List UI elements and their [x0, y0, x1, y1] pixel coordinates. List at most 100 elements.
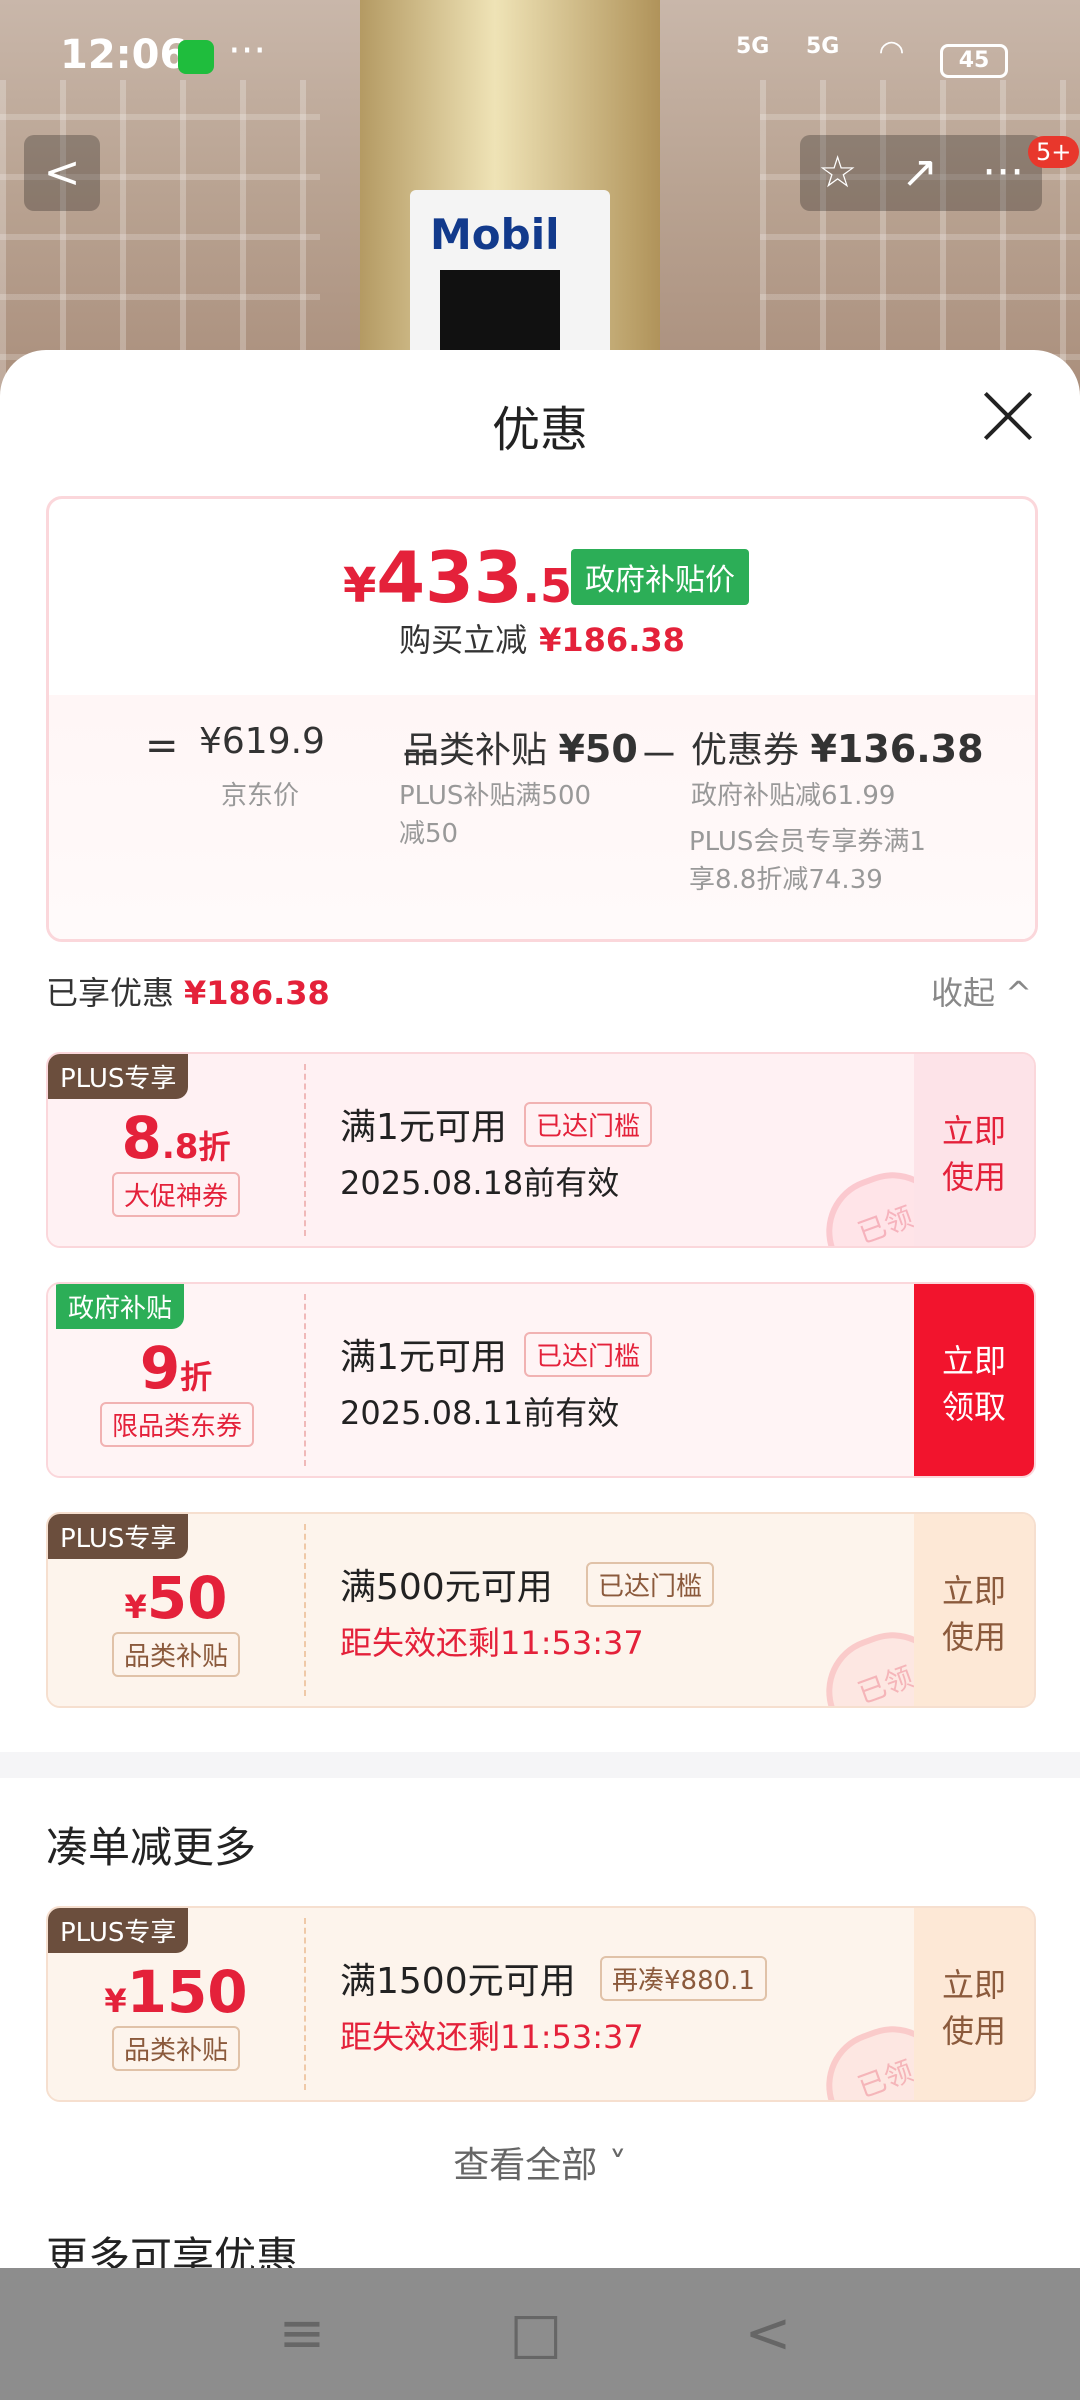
coupon-kind: 限品类东券 — [100, 1402, 255, 1447]
coupon-kind: 品类补贴 — [112, 1632, 241, 1677]
discount-unit: 折 — [198, 1128, 231, 1166]
enjoyed-label: 已享优惠 — [46, 974, 175, 1012]
amount-currency: ¥ — [104, 1982, 127, 2020]
currency-symbol: ¥ — [343, 558, 377, 614]
plus-exclusive-tag: PLUS专享 — [48, 1054, 189, 1099]
coupon-value-area: 政府补贴 9折 限品类东券 — [48, 1284, 304, 1476]
enjoyed-amount: ¥186.38 — [184, 974, 330, 1012]
coupon-kind: 品类补贴 — [112, 2026, 241, 2071]
amount-value: 50 — [146, 1564, 228, 1632]
coupon-amount: ¥150 — [48, 1958, 304, 2026]
product-brand: Mobil — [430, 210, 560, 259]
notification-badge: 5+ — [1028, 136, 1080, 168]
signal-5g-icon-2: 5G — [806, 34, 840, 59]
gov-subsidy-coupon-tag: 政府补贴 — [56, 1284, 185, 1329]
product-model-block — [440, 270, 560, 360]
more-notifications-icon: ··· — [228, 28, 267, 74]
coupon-discount: 8.8折 — [48, 1104, 304, 1172]
product-label: Mobil — [410, 190, 610, 360]
status-time: 12:06 — [60, 32, 188, 78]
coupon-condition: 满1500元可用 — [340, 1961, 576, 2002]
wechat-icon — [178, 40, 214, 74]
sheet-title: 优惠 — [491, 402, 588, 458]
coupon-validity: 2025.08.11前有效 — [340, 1394, 620, 1432]
more-discount-title: 凑单减更多 — [46, 1823, 257, 1872]
more-icon[interactable]: ··· — [982, 147, 1024, 198]
close-icon[interactable] — [980, 388, 1036, 444]
battery-indicator: 45 — [940, 44, 1008, 78]
coupon-condition: 满500元可用 — [340, 1567, 553, 1608]
threshold-pill: 已达门槛 — [524, 1102, 653, 1147]
use-now-button[interactable]: 立即 使用 — [914, 1054, 1034, 1246]
system-nav-bar: ≡ □ < — [0, 2268, 1080, 2400]
menu-icon[interactable]: ≡ — [270, 2302, 334, 2366]
use-now-label-1: 立即 — [941, 1572, 1006, 1610]
category-subsidy-desc: PLUS补贴满500减50 — [399, 781, 592, 849]
wifi-icon: ◠ — [880, 34, 904, 69]
coupon-divider — [304, 1918, 306, 2090]
use-now-button[interactable]: 立即 使用 — [914, 1514, 1034, 1706]
coupon-value-area: PLUS专享 8.8折 大促神券 — [48, 1054, 304, 1246]
coupon-card: PLUS专享 8.8折 大促神券 满1元可用 已达门槛 2025.08.18前有… — [46, 1052, 1036, 1248]
use-now-label-1: 立即 — [941, 1112, 1006, 1150]
plus-exclusive-tag: PLUS专享 — [48, 1908, 189, 1953]
coupon-divider — [304, 1064, 306, 1236]
back-nav-icon[interactable]: < — [736, 2302, 800, 2366]
add-more-pill: 再凑¥880.1 — [600, 1956, 767, 2001]
coupon-total-value: ¥136.38 — [810, 727, 984, 771]
coupon-countdown: 距失效还剩11:53:37 — [340, 1624, 644, 1662]
coupon-divider — [304, 1524, 306, 1696]
coupon-countdown: 距失效还剩11:53:37 — [340, 2018, 644, 2056]
minus-sign-2: － — [639, 733, 679, 779]
discount-sheet: 优惠 ¥433.52 政府补贴价 购买立减 ¥186.38 = ¥619.9 京东… — [0, 350, 1080, 2282]
header-actions: ☆ ↗ ··· — [800, 135, 1042, 211]
plus-exclusive-tag: PLUS专享 — [48, 1514, 189, 1559]
claim-now-label-1: 立即 — [941, 1342, 1006, 1380]
coupon-kind: 大促神券 — [112, 1172, 241, 1217]
claim-now-label-2: 领取 — [941, 1388, 1006, 1426]
amount-currency: ¥ — [124, 1588, 147, 1626]
see-all-button[interactable]: 查看全部 ˅ — [0, 2136, 1080, 2188]
coupon-validity: 2025.08.18前有效 — [340, 1164, 620, 1202]
use-now-label-2: 使用 — [941, 2012, 1006, 2050]
use-now-label-1: 立即 — [941, 1966, 1006, 2004]
buy-discount-amount: ¥186.38 — [539, 621, 685, 659]
collapse-button[interactable]: 收起 ^ — [931, 968, 1032, 1014]
coupon-desc-1: 政府补贴减61.99 — [691, 781, 896, 811]
category-subsidy-value: ¥50 — [558, 727, 638, 771]
final-price-section: ¥433.52 政府补贴价 购买立减 ¥186.38 — [49, 499, 1035, 695]
buy-discount-label: 购买立减 — [399, 621, 528, 659]
coupon-value-area: PLUS专享 ¥150 品类补贴 — [48, 1908, 304, 2100]
use-now-label-2: 使用 — [941, 1158, 1006, 1196]
favorite-icon[interactable]: ☆ — [818, 147, 857, 198]
use-now-button[interactable]: 立即 使用 — [914, 1908, 1034, 2100]
price-breakdown-card: ¥433.52 政府补贴价 购买立减 ¥186.38 = ¥619.9 京东价 －… — [46, 496, 1038, 942]
coupon-card: PLUS专享 ¥50 品类补贴 满500元可用 已达门槛 距失效还剩11:53:… — [46, 1512, 1036, 1708]
claim-now-button[interactable]: 立即 领取 — [914, 1284, 1034, 1476]
coupon-discount: 9折 — [48, 1334, 304, 1402]
coupon-value-area: PLUS专享 ¥50 品类补贴 — [48, 1514, 304, 1706]
home-icon[interactable]: □ — [504, 2302, 568, 2366]
coupon-condition: 满1元可用 — [340, 1337, 507, 1378]
coupon-amount: ¥50 — [48, 1564, 304, 1632]
discount-int: 8 — [121, 1104, 162, 1172]
section-divider — [0, 1752, 1080, 1778]
discount-int: 9 — [139, 1334, 181, 1402]
equals-sign: = — [145, 723, 179, 769]
buy-discount-line: 购买立减 ¥186.38 — [49, 615, 1035, 661]
discount-unit: 折 — [180, 1358, 213, 1396]
coupon-card: 政府补贴 9折 限品类东券 满1元可用 已达门槛 2025.08.11前有效 立… — [46, 1282, 1036, 1478]
final-price: ¥433.52 — [343, 537, 604, 619]
back-button[interactable]: < — [24, 135, 100, 211]
use-now-label-2: 使用 — [941, 1618, 1006, 1656]
coupon-condition: 满1元可用 — [340, 1107, 507, 1148]
coupon-desc-2: PLUS会员专享券满1享8.8折减74.39 — [689, 827, 926, 895]
threshold-pill: 已达门槛 — [524, 1332, 653, 1377]
share-icon[interactable]: ↗ — [901, 147, 938, 198]
category-subsidy: 品类补贴 ¥50 — [403, 721, 638, 773]
gov-subsidy-tag: 政府补贴价 — [571, 549, 749, 605]
price-formula: = ¥619.9 京东价 － 品类补贴 ¥50 PLUS补贴满500减50 － … — [49, 695, 1035, 939]
jd-price-label: 京东价 — [221, 781, 300, 811]
coupon-card: PLUS专享 ¥150 品类补贴 满1500元可用 再凑¥880.1 距失效还剩… — [46, 1906, 1036, 2102]
status-bar: 12:06 ··· 5G 5G ◠ 45 — [0, 0, 1080, 110]
